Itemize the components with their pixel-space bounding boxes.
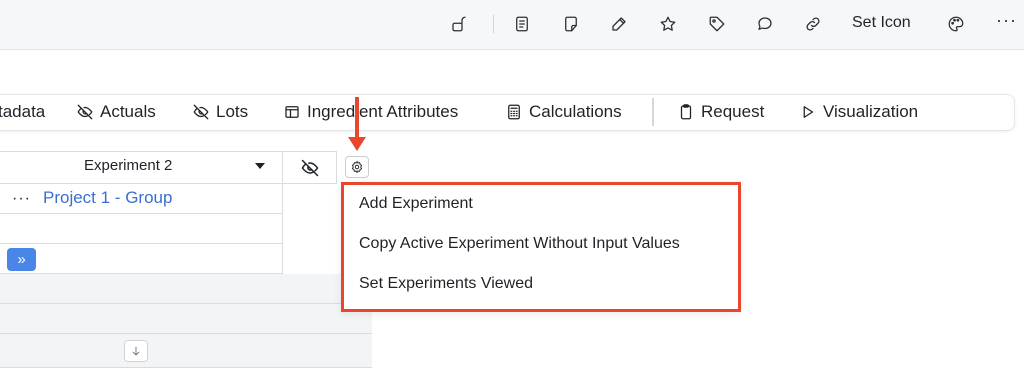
play-icon — [803, 106, 814, 118]
calculator-icon — [508, 104, 520, 120]
set-icon-button[interactable]: Set Icon — [852, 14, 911, 32]
tab-label: Visualization — [823, 102, 919, 121]
grid-row — [0, 274, 372, 304]
experiment-settings-button[interactable] — [345, 156, 369, 178]
tab-label: Actuals — [100, 102, 156, 121]
comment-icon[interactable] — [753, 12, 777, 36]
eye-off-icon — [77, 104, 93, 120]
menu-item-add-experiment[interactable]: Add Experiment — [359, 195, 473, 213]
grid-row — [0, 244, 283, 274]
eye-off-icon — [193, 104, 209, 120]
tabs-divider — [652, 98, 654, 126]
clipboard-icon — [680, 104, 692, 120]
expand-button[interactable]: » — [7, 248, 36, 271]
menu-item-copy-active-experiment[interactable]: Copy Active Experiment Without Input Val… — [359, 235, 680, 253]
hide-column-button[interactable] — [283, 151, 337, 184]
experiment-select-value: Experiment 2 — [84, 157, 173, 174]
grid-row — [0, 334, 372, 368]
tab-label: Request — [701, 102, 765, 121]
tab-label: Ingredient Attributes — [307, 102, 459, 121]
pen-icon[interactable] — [607, 12, 631, 36]
project-group-link[interactable]: Project 1 - Group — [43, 188, 172, 208]
tab-request[interactable]: Request — [677, 101, 764, 123]
tab-lots[interactable]: Lots — [192, 101, 248, 123]
menu-item-set-experiments-viewed[interactable]: Set Experiments Viewed — [359, 275, 533, 293]
row-menu-icon[interactable]: ··· — [12, 190, 31, 208]
tab-label: tadata — [0, 102, 46, 121]
tab-visualization[interactable]: Visualization — [799, 101, 918, 123]
tab-ingredient-attributes[interactable]: Ingredient Attributes — [283, 101, 458, 123]
link-icon[interactable] — [801, 12, 825, 36]
sticky-note-icon[interactable] — [559, 12, 583, 36]
tab-calculations[interactable]: Calculations — [505, 101, 622, 123]
palette-icon[interactable] — [944, 12, 968, 36]
eye-off-icon — [301, 159, 318, 176]
chevron-down-icon[interactable] — [255, 163, 265, 169]
more-menu-icon[interactable]: ··· — [996, 10, 1017, 31]
grid-row — [0, 214, 283, 244]
arrow-down-icon — [132, 346, 140, 356]
annotation-arrow — [355, 97, 359, 139]
table-icon — [285, 106, 299, 118]
annotation-arrow-head — [348, 137, 366, 151]
tab-label: Calculations — [529, 102, 622, 121]
tab-label: Lots — [216, 102, 249, 121]
scroll-down-button[interactable] — [124, 340, 148, 362]
grid-row — [0, 304, 372, 334]
toolbar-divider — [493, 15, 494, 33]
tag-icon[interactable] — [705, 12, 729, 36]
document-icon[interactable] — [510, 12, 534, 36]
gear-icon — [351, 160, 363, 174]
tab-metadata[interactable]: tadata — [0, 101, 45, 123]
lock-open-icon[interactable] — [447, 12, 471, 36]
tab-actuals[interactable]: Actuals — [76, 101, 156, 123]
star-icon[interactable] — [656, 12, 680, 36]
